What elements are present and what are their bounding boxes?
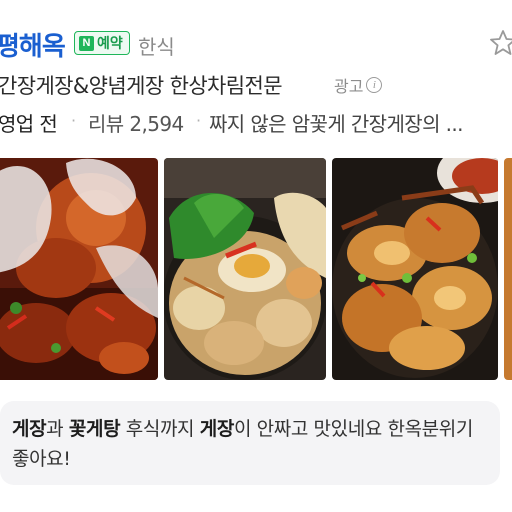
- store-header: 평해옥 N 예약 한식: [0, 24, 512, 63]
- star-outline-icon[interactable]: [488, 28, 512, 58]
- business-status: 영업 전: [0, 112, 58, 136]
- store-category: 한식: [138, 35, 175, 59]
- review-text: 게장과 꽃게탕 후식까지 게장이 안짜고 맛있네요 한옥분위기좋아요!: [12, 414, 482, 474]
- review-count-link[interactable]: 리뷰 2,594: [88, 108, 184, 137]
- ad-label[interactable]: 광고 i: [334, 73, 383, 97]
- ad-description-row: 간장게장&양념게장 한상차림전문 광고 i: [0, 70, 512, 100]
- separator-dot: ·: [71, 111, 76, 130]
- review-keyword: 게장: [12, 418, 47, 440]
- review-plain-text: 후식까지: [120, 418, 200, 440]
- gallery-photo-crab-hotpot[interactable]: [164, 158, 326, 380]
- info-icon[interactable]: i: [366, 77, 383, 93]
- store-name-link[interactable]: 평해옥: [0, 26, 66, 63]
- separator-dot: ·: [196, 111, 201, 130]
- naver-n-icon: N: [79, 35, 94, 51]
- gallery-photo-partial[interactable]: [504, 158, 512, 380]
- review-snippet[interactable]: 짜지 않은 암꽃게 간장게장의 ...: [209, 108, 464, 137]
- ad-label-text: 광고: [334, 77, 364, 96]
- review-highlight[interactable]: 게장과 꽃게탕 후식까지 게장이 안짜고 맛있네요 한옥분위기좋아요!: [0, 401, 500, 485]
- review-keyword: 꽃게탕: [68, 418, 121, 440]
- gallery-photo-seasoned-crab[interactable]: [0, 158, 158, 380]
- review-keyword: 게장: [199, 418, 235, 440]
- store-meta-row: 영업 전 · 리뷰 2,594 · 짜지 않은 암꽃게 간장게장의 ...: [0, 108, 512, 138]
- booking-badge[interactable]: N 예약: [74, 31, 130, 55]
- booking-badge-label: 예약: [97, 36, 123, 52]
- review-plain-text: 과: [46, 418, 69, 440]
- photo-gallery[interactable]: [0, 158, 512, 380]
- gallery-photo-soy-crab[interactable]: [332, 158, 498, 380]
- store-description: 간장게장&양념게장 한상차림전문: [0, 74, 283, 98]
